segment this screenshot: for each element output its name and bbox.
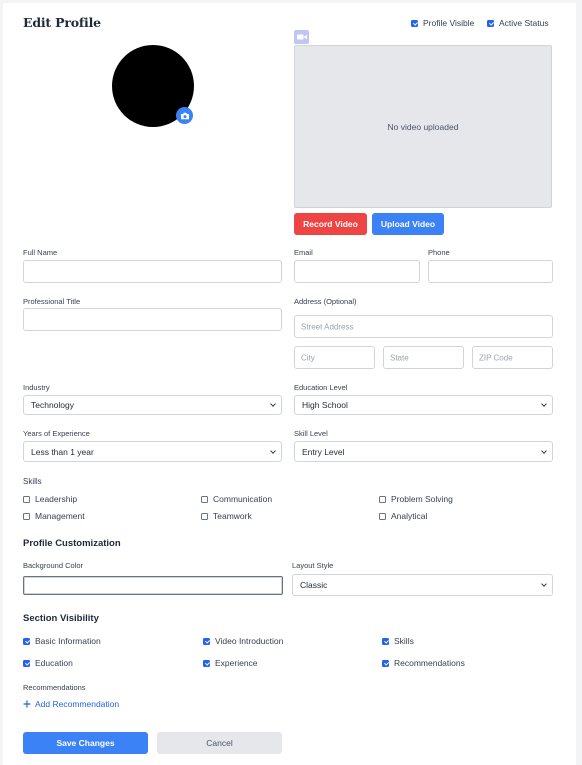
visibility-label: Recommendations bbox=[394, 658, 465, 668]
visibility-basic-information[interactable]: Basic Information bbox=[23, 636, 101, 646]
street-address-input[interactable]: Street Address bbox=[294, 315, 553, 338]
visibility-checkbox[interactable] bbox=[203, 637, 210, 645]
change-photo-button[interactable] bbox=[176, 107, 193, 124]
background-color-picker[interactable] bbox=[23, 576, 283, 595]
city-input[interactable]: City bbox=[294, 346, 375, 369]
record-video-button[interactable]: Record Video bbox=[294, 213, 367, 235]
layout-style-value: Classic bbox=[300, 580, 328, 590]
upload-video-button[interactable]: Upload Video bbox=[372, 213, 444, 235]
camera-icon bbox=[180, 112, 189, 119]
chevron-down-icon bbox=[541, 401, 547, 407]
profile-visible-checkbox[interactable] bbox=[411, 19, 418, 27]
address-label: Address (Optional) bbox=[294, 297, 357, 306]
phone-input[interactable] bbox=[428, 260, 553, 283]
skill-checkbox[interactable] bbox=[201, 495, 208, 503]
plus-icon bbox=[23, 700, 31, 708]
visibility-experience[interactable]: Experience bbox=[203, 658, 258, 668]
visibility-checkbox[interactable] bbox=[23, 659, 30, 667]
skill-checkbox[interactable] bbox=[201, 512, 208, 520]
visibility-checkbox[interactable] bbox=[382, 637, 389, 645]
skill-label: Communication bbox=[213, 494, 273, 504]
visibility-video-introduction[interactable]: Video Introduction bbox=[203, 636, 283, 646]
full-name-input[interactable] bbox=[23, 260, 282, 283]
years-experience-label: Years of Experience bbox=[23, 429, 90, 438]
profile-customization-heading: Profile Customization bbox=[23, 538, 121, 549]
skill-level-value: Entry Level bbox=[302, 446, 345, 457]
skills-label: Skills bbox=[23, 477, 42, 486]
skill-option-problem-solving[interactable]: Problem Solving bbox=[379, 494, 453, 504]
chevron-down-icon bbox=[541, 581, 547, 587]
skill-label: Problem Solving bbox=[391, 494, 453, 504]
visibility-skills[interactable]: Skills bbox=[382, 636, 414, 646]
zip-code-input[interactable]: ZIP Code bbox=[472, 346, 553, 369]
street-address-placeholder: Street Address bbox=[301, 322, 354, 331]
professional-title-label: Professional Title bbox=[23, 297, 81, 306]
email-input[interactable] bbox=[294, 260, 420, 283]
skill-label: Analytical bbox=[391, 511, 428, 521]
layout-style-select[interactable]: Classic bbox=[292, 574, 553, 596]
skill-option-analytical[interactable]: Analytical bbox=[379, 511, 427, 521]
video-icon bbox=[294, 30, 309, 44]
cancel-button[interactable]: Cancel bbox=[157, 732, 282, 754]
zip-code-placeholder: ZIP Code bbox=[479, 353, 513, 362]
visibility-label: Experience bbox=[215, 658, 258, 668]
skill-checkbox[interactable] bbox=[379, 512, 386, 520]
active-status-toggle[interactable]: Active Status bbox=[487, 18, 549, 28]
email-label: Email bbox=[294, 248, 313, 257]
video-preview: No video uploaded bbox=[294, 45, 552, 208]
add-recommendation-link[interactable]: Add Recommendation bbox=[23, 699, 119, 709]
education-level-value: High School bbox=[302, 400, 348, 410]
video-empty-text: No video uploaded bbox=[387, 122, 459, 132]
active-status-label: Active Status bbox=[499, 18, 549, 28]
skill-level-select[interactable]: Entry Level bbox=[294, 441, 553, 462]
visibility-checkbox[interactable] bbox=[382, 659, 389, 667]
years-experience-value: Less than 1 year bbox=[31, 446, 94, 457]
state-placeholder: State bbox=[390, 353, 409, 362]
background-color-label: Background Color bbox=[23, 561, 84, 570]
skill-checkbox[interactable] bbox=[379, 495, 386, 503]
city-placeholder: City bbox=[301, 353, 315, 362]
save-changes-button[interactable]: Save Changes bbox=[23, 732, 148, 754]
education-level-label: Education Level bbox=[294, 383, 348, 392]
skill-level-label: Skill Level bbox=[294, 429, 328, 438]
education-level-select[interactable]: High School bbox=[294, 395, 553, 415]
visibility-label: Basic Information bbox=[35, 636, 101, 646]
visibility-label: Video Introduction bbox=[215, 636, 284, 646]
active-status-checkbox[interactable] bbox=[487, 19, 494, 27]
skill-label: Leadership bbox=[35, 494, 78, 504]
industry-label: Industry bbox=[23, 383, 50, 392]
skill-label: Teamwork bbox=[213, 511, 252, 521]
years-experience-select[interactable]: Less than 1 year bbox=[23, 441, 282, 462]
full-name-label: Full Name bbox=[23, 248, 58, 257]
add-recommendation-label: Add Recommendation bbox=[35, 699, 120, 709]
visibility-education[interactable]: Education bbox=[23, 658, 73, 668]
industry-select[interactable]: Technology bbox=[23, 395, 282, 415]
chevron-down-icon bbox=[270, 401, 276, 407]
chevron-down-icon bbox=[541, 447, 547, 454]
layout-style-label: Layout Style bbox=[292, 561, 334, 570]
skill-option-teamwork[interactable]: Teamwork bbox=[201, 511, 252, 521]
skill-checkbox[interactable] bbox=[23, 512, 30, 520]
skill-option-communication[interactable]: Communication bbox=[201, 494, 272, 504]
visibility-label: Skills bbox=[394, 636, 414, 646]
visibility-label: Education bbox=[35, 658, 73, 668]
phone-label: Phone bbox=[428, 248, 450, 257]
industry-value: Technology bbox=[31, 400, 75, 410]
skill-checkbox[interactable] bbox=[23, 495, 30, 503]
visibility-checkbox[interactable] bbox=[23, 637, 30, 645]
recommendations-label: Recommendations bbox=[23, 683, 86, 692]
visibility-recommendations[interactable]: Recommendations bbox=[382, 658, 465, 668]
visibility-checkbox[interactable] bbox=[203, 659, 210, 667]
skill-option-leadership[interactable]: Leadership bbox=[23, 494, 77, 504]
skill-option-management[interactable]: Management bbox=[23, 511, 85, 521]
profile-visible-label: Profile Visible bbox=[423, 18, 475, 28]
profile-visible-toggle[interactable]: Profile Visible bbox=[411, 18, 474, 28]
section-visibility-heading: Section Visibility bbox=[23, 613, 99, 624]
professional-title-input[interactable] bbox=[23, 308, 282, 331]
skill-label: Management bbox=[35, 511, 85, 521]
state-input[interactable]: State bbox=[383, 346, 464, 369]
chevron-down-icon bbox=[270, 447, 276, 454]
page-title: Edit Profile bbox=[23, 15, 101, 30]
